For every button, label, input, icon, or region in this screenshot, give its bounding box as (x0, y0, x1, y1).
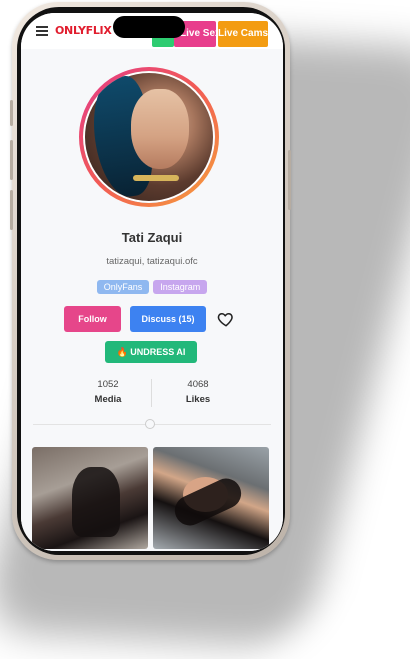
avatar-necklace-shape (133, 175, 179, 181)
tag-instagram[interactable]: Instagram (153, 280, 208, 294)
likes-label: Likes (185, 394, 211, 405)
site-logo[interactable]: ONLYFLIX (55, 24, 112, 37)
phone-action-button (10, 100, 13, 126)
nav-live-cams-button[interactable]: Live Cams (218, 21, 268, 47)
avatar-ring (79, 67, 219, 207)
phone-screen: ONLYFLIX Live Sex Live Cams Tati Zaqui t… (21, 13, 283, 551)
phone-volume-up-button (10, 140, 13, 180)
dynamic-island (113, 16, 185, 38)
media-thumbnail[interactable] (153, 447, 269, 549)
undress-ai-button[interactable]: 🔥 UNDRESS AI (105, 341, 197, 363)
stats-divider (151, 379, 152, 407)
divider-dot (145, 419, 155, 429)
discuss-button[interactable]: Discuss (15) (130, 306, 206, 332)
heart-icon[interactable] (217, 310, 235, 328)
avatar-face-shape (131, 89, 189, 169)
follow-button[interactable]: Follow (64, 306, 121, 332)
avatar[interactable] (83, 71, 215, 203)
mockup-stage: ONLYFLIX Live Sex Live Cams Tati Zaqui t… (0, 0, 410, 659)
hamburger-icon[interactable] (36, 26, 48, 36)
profile-stats: 1052 Media 4068 Likes (21, 379, 283, 409)
profile-actions: Follow Discuss (15) (21, 306, 283, 332)
media-thumbnail[interactable] (32, 447, 148, 549)
stat-media[interactable]: 1052 Media (68, 379, 148, 405)
tag-onlyfans[interactable]: OnlyFans (96, 280, 150, 294)
media-count: 1052 (97, 379, 119, 390)
profile-handles: tatizaqui, tatizaqui.ofc (106, 256, 198, 267)
profile-content: Tati Zaqui tatizaqui, tatizaqui.ofc Only… (21, 49, 283, 551)
stat-likes[interactable]: 4068 Likes (158, 379, 238, 405)
likes-count: 4068 (187, 379, 209, 390)
media-label: Media (94, 394, 122, 405)
phone-power-button (288, 150, 291, 210)
profile-name: Tati Zaqui (121, 230, 183, 245)
profile-tags: OnlyFans Instagram (21, 280, 283, 294)
phone-volume-down-button (10, 190, 13, 230)
thumbnail-figure-shape (72, 467, 120, 537)
